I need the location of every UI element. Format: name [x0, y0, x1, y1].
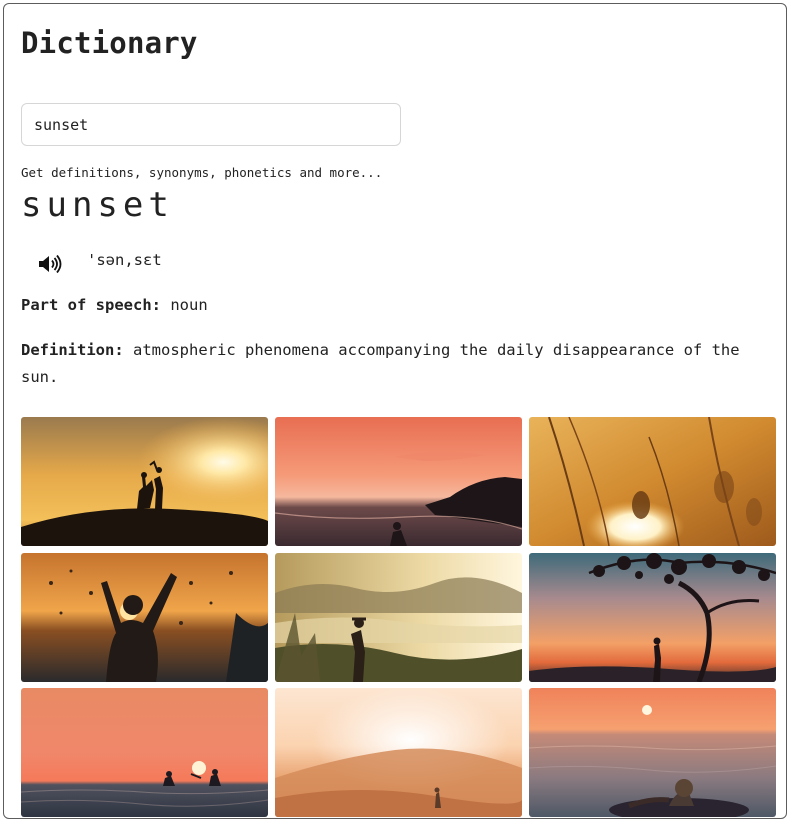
gallery-image-8[interactable] — [275, 688, 522, 817]
phonetic-text: 'sən,sɛt — [87, 251, 162, 269]
definition: Definition: atmospheric phenomena accomp… — [21, 337, 761, 391]
page-title: Dictionary — [21, 26, 198, 60]
gallery-image-4[interactable] — [21, 553, 268, 682]
app-window: Dictionary Get definitions, synonyms, ph… — [3, 3, 787, 819]
search-hint: Get definitions, synonyms, phonetics and… — [21, 165, 383, 180]
gallery-image-1[interactable] — [21, 417, 268, 546]
pos-label: Part of speech: — [21, 296, 161, 314]
person-seashore-pink-sunset-photo — [275, 417, 522, 546]
gallery-image-6[interactable] — [529, 553, 776, 682]
person-under-tree-sunset-photo — [529, 553, 776, 682]
swimmer-splash-sunset-photo — [21, 553, 268, 682]
part-of-speech: Part of speech: noun — [21, 292, 761, 319]
couple-silhouette-sunset-photo — [21, 417, 268, 546]
definition-text: atmospheric phenomena accompanying the d… — [21, 341, 740, 386]
grass-closeup-sunset-photo — [529, 417, 776, 546]
gallery-image-5[interactable] — [275, 553, 522, 682]
definition-label: Definition: — [21, 341, 124, 359]
pos-value: noun — [170, 296, 208, 314]
gallery-image-2[interactable] — [275, 417, 522, 546]
gallery-image-3[interactable] — [529, 417, 776, 546]
desert-dunes-sunset-photo — [275, 688, 522, 817]
person-floating-sea-sunset-photo — [529, 688, 776, 817]
surfers-ocean-sunset-photo — [21, 688, 268, 817]
hiker-valley-sunset-photo — [275, 553, 522, 682]
search-input[interactable] — [21, 103, 401, 146]
word-heading: sunset — [21, 185, 174, 225]
gallery-image-9[interactable] — [529, 688, 776, 817]
gallery-image-7[interactable] — [21, 688, 268, 817]
speaker-icon[interactable] — [35, 252, 63, 276]
